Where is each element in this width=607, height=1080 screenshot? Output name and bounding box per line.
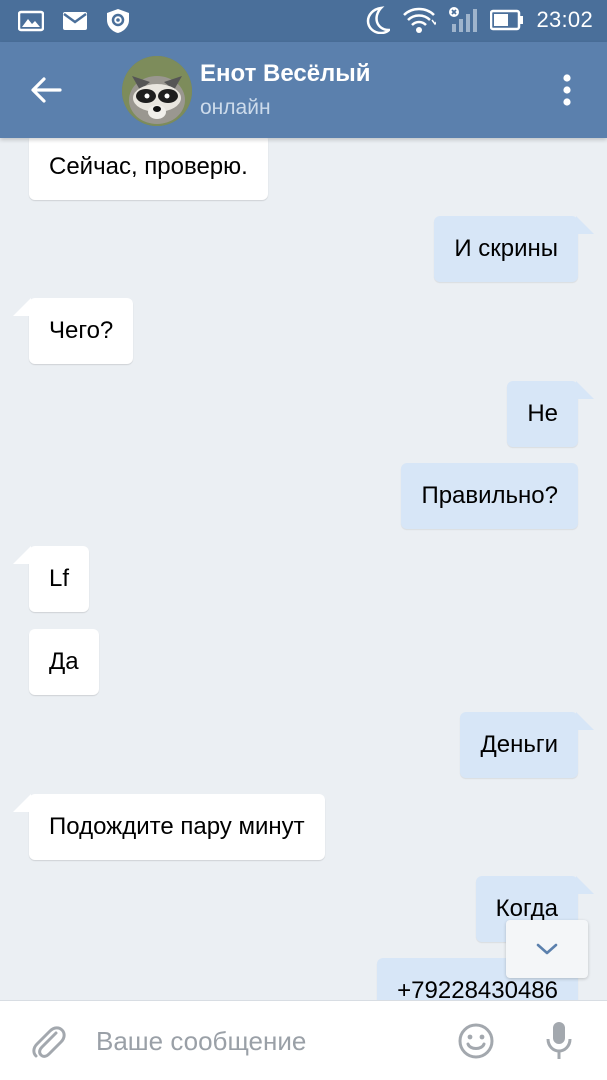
shield-icon — [106, 8, 130, 34]
mail-icon — [62, 11, 88, 31]
smiley-icon — [458, 1023, 494, 1059]
microphone-icon — [546, 1022, 572, 1059]
message-incoming[interactable]: Чего? — [12, 298, 134, 364]
paperclip-icon — [32, 1026, 66, 1058]
voice-message-button[interactable] — [544, 1019, 574, 1063]
emoji-button[interactable] — [456, 1021, 496, 1061]
clock: 23:02 — [536, 7, 593, 32]
message-incoming[interactable]: Подождите пару минут — [13, 794, 325, 860]
message-outgoing[interactable]: И скрины — [434, 216, 594, 282]
attach-button[interactable] — [28, 1021, 68, 1061]
more-menu-button[interactable] — [552, 68, 582, 112]
message-input[interactable] — [96, 1019, 436, 1063]
message-outgoing[interactable]: Правильно? — [401, 463, 578, 529]
wifi-icon — [402, 6, 437, 34]
status-bar: 23:02 — [0, 0, 607, 42]
signal-icon — [448, 6, 478, 34]
raccoon-avatar-icon — [122, 56, 192, 126]
online-status: онлайн — [200, 96, 271, 119]
moon-icon — [364, 6, 391, 34]
scroll-to-bottom-button[interactable] — [506, 920, 588, 978]
message-outgoing[interactable]: Не — [507, 381, 594, 447]
message-incoming[interactable]: Lf — [12, 546, 90, 612]
back-button[interactable] — [26, 70, 66, 110]
message-composer — [0, 1000, 607, 1080]
message-incoming[interactable]: Да — [29, 629, 99, 695]
message-outgoing[interactable]: Деньги — [460, 712, 594, 778]
chat-header: Енот Весёлый онлайн — [0, 42, 607, 138]
gallery-icon — [18, 10, 44, 32]
message-incoming[interactable]: Сейчас, проверю. — [29, 138, 268, 200]
battery-icon — [490, 9, 524, 31]
more-vertical-icon — [563, 74, 571, 106]
message-list[interactable]: Сейчас, проверю. И скрины Чего? Не Прави… — [0, 138, 607, 1000]
chevron-down-icon — [536, 943, 558, 955]
arrow-left-icon — [31, 77, 62, 103]
avatar[interactable] — [122, 56, 192, 126]
chat-title[interactable]: Енот Весёлый — [200, 60, 371, 88]
